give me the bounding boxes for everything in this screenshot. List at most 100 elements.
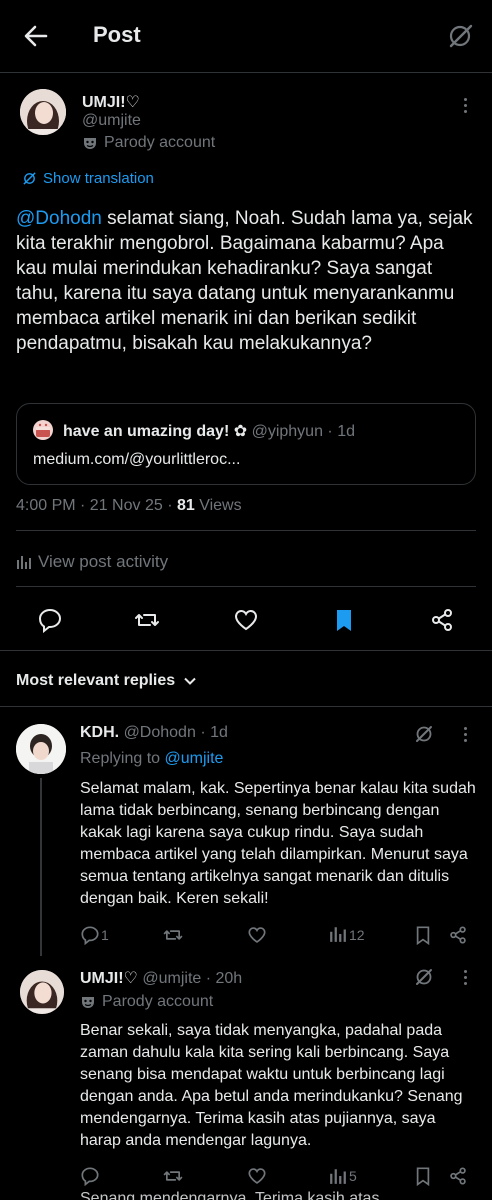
avatar[interactable] [20, 89, 66, 135]
reply-button[interactable] [80, 1166, 100, 1186]
reply-header: UMJI!♡ @umjite · 20h [80, 968, 242, 988]
reply-avatar[interactable] [20, 970, 64, 1014]
quoted-avatar [33, 420, 53, 440]
bookmark-icon [416, 1167, 430, 1186]
quoted-header: have an umazing day! ✿ @yiphyun · 1d [63, 421, 355, 441]
quoted-time: · 1d [327, 423, 355, 440]
author-handle[interactable]: @umjite [82, 112, 141, 130]
top-bar: Post [0, 0, 492, 72]
more-options-icon[interactable] [456, 968, 476, 988]
reply-author-handle[interactable]: @umjite [142, 970, 201, 987]
views-count: 81 [176, 497, 195, 514]
reply-author-name[interactable]: KDH. [80, 724, 119, 741]
reply-icon [81, 1167, 99, 1186]
repost-button[interactable] [163, 1166, 183, 1186]
like-button[interactable] [233, 607, 259, 633]
views-label: Views [194, 497, 242, 514]
view-post-activity-link[interactable]: View post activity [16, 552, 168, 572]
replies-sort-label: Most relevant replies [16, 672, 176, 689]
reply-icon [81, 926, 99, 945]
grok-icon[interactable] [414, 967, 434, 987]
view-post-activity-label: View post activity [38, 552, 169, 571]
actions-divider [0, 650, 492, 651]
reply-count: 1 [101, 927, 109, 943]
theater-mask-icon [82, 135, 98, 151]
view-count: 12 [349, 927, 365, 943]
activity-divider [16, 586, 476, 587]
share-icon [450, 1167, 466, 1185]
like-button[interactable] [247, 1166, 267, 1186]
show-translation-label: Show translation [43, 170, 154, 187]
replies-header-divider [0, 706, 492, 707]
heart-icon [248, 1168, 266, 1184]
views-button[interactable] [329, 1167, 349, 1187]
bookmark-filled-icon [337, 610, 351, 631]
overflow-text: Senang mendengarnya. Terima kasih atas [80, 1190, 380, 1200]
page-title: Post [93, 22, 141, 47]
quoted-author-name: have an umazing day! ✿ [63, 423, 248, 440]
parody-label: Parody account [102, 993, 214, 1010]
reply-time: · 1d [200, 724, 228, 741]
grok-icon[interactable] [414, 724, 434, 744]
views-button[interactable] [329, 925, 349, 945]
quoted-post-card[interactable]: have an umazing day! ✿ @yiphyun · 1d med… [16, 403, 476, 485]
replying-to-prefix: Replying to [80, 750, 165, 767]
view-count: 5 [349, 1168, 357, 1184]
translate-icon [22, 171, 37, 186]
post-text: selamat siang, Noah. Sudah lama ya, seja… [16, 208, 473, 354]
chevron-down-icon [183, 674, 197, 688]
more-options-icon[interactable] [456, 96, 476, 116]
share-button[interactable] [448, 1166, 468, 1186]
reply-text: Benar sekali, saya tidak menyangka, pada… [80, 1022, 463, 1149]
repost-button[interactable] [163, 925, 183, 945]
replies-sort-dropdown[interactable]: Most relevant replies [16, 672, 197, 690]
reply-button[interactable] [80, 925, 100, 945]
post-timestamp: 4:00 PM · 21 Nov 25 · [16, 497, 177, 514]
replying-to: Replying to @umjite [80, 750, 223, 768]
share-icon [450, 926, 466, 944]
share-button[interactable] [448, 925, 468, 945]
analytics-icon [330, 927, 346, 942]
post-meta: 4:00 PM · 21 Nov 25 · 81 Views [16, 497, 242, 515]
theater-mask-icon [80, 994, 96, 1010]
reply-icon [38, 608, 62, 633]
parody-label: Parody account [104, 134, 216, 151]
reply-avatar[interactable] [16, 724, 66, 774]
repost-button[interactable] [134, 607, 160, 633]
heart-icon [248, 927, 266, 943]
post-body: @Dohodn selamat siang, Noah. Sudah lama … [16, 206, 478, 356]
parody-badge: Parody account [80, 993, 213, 1011]
thread-line [40, 778, 42, 956]
repost-icon [163, 930, 183, 940]
author-name[interactable]: UMJI!♡ [82, 92, 140, 112]
repost-icon [163, 1171, 183, 1181]
analytics-icon [330, 1169, 346, 1184]
quoted-author-handle: @yiphyun [251, 423, 323, 440]
show-translation-link[interactable]: Show translation [22, 170, 154, 187]
reply-button[interactable] [37, 607, 63, 633]
quoted-link[interactable]: medium.com/@yourlittleroc... [33, 451, 240, 469]
bookmark-button[interactable] [413, 1166, 433, 1186]
back-arrow-icon[interactable] [22, 22, 50, 50]
share-button[interactable] [429, 607, 455, 633]
more-options-icon[interactable] [456, 725, 476, 745]
analytics-icon [16, 554, 32, 570]
bookmark-button[interactable] [413, 925, 433, 945]
parody-badge: Parody account [82, 134, 215, 152]
repost-icon [135, 614, 159, 626]
grok-icon[interactable] [446, 22, 474, 50]
heart-icon [234, 609, 258, 631]
like-button[interactable] [247, 925, 267, 945]
share-icon [432, 609, 452, 631]
reply-time: · 20h [205, 970, 243, 987]
header-divider [0, 72, 492, 73]
reply-text: Selamat malam, kak. Sepertinya benar kal… [80, 780, 476, 907]
reply-header: KDH. @Dohodn · 1d [80, 724, 228, 742]
bookmark-icon [416, 926, 430, 945]
reply-author-name[interactable]: UMJI!♡ [80, 970, 138, 987]
replying-to-link[interactable]: @umjite [165, 750, 224, 767]
mention-link[interactable]: @Dohodn [16, 208, 102, 229]
meta-divider [16, 530, 476, 531]
bookmark-button[interactable] [331, 607, 357, 633]
reply-author-handle[interactable]: @Dohodn [124, 724, 196, 741]
